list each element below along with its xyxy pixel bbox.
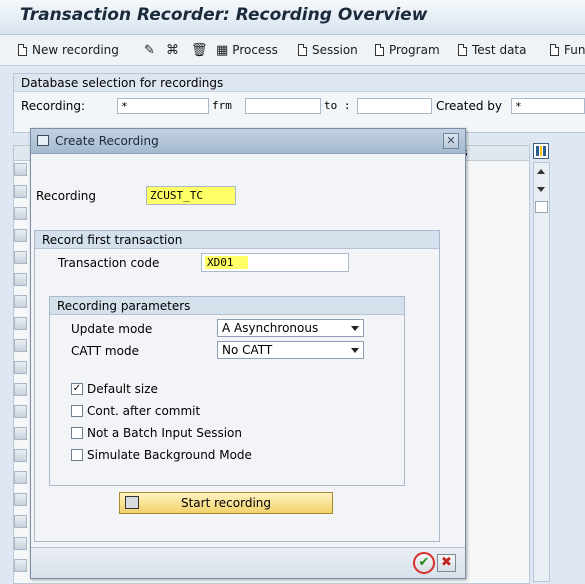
start-recording-button[interactable]: Start recording bbox=[119, 492, 333, 514]
checkbox-icon bbox=[71, 405, 83, 417]
create-recording-dialog: Create Recording ✕ Recording ZCUST_TC Re… bbox=[30, 128, 466, 579]
cancel-x-icon: ✖ bbox=[441, 555, 452, 570]
row-selector[interactable] bbox=[14, 427, 27, 440]
transaction-code-label: Transaction code bbox=[58, 256, 160, 270]
dialog-title: Create Recording bbox=[55, 134, 159, 148]
recording-filter-label: Recording: bbox=[21, 99, 86, 113]
close-icon[interactable]: ✕ bbox=[443, 133, 459, 149]
glasses-icon: ⌘ bbox=[166, 42, 179, 58]
row-selector[interactable] bbox=[14, 207, 27, 220]
dialog-title-bar: Create Recording ✕ bbox=[31, 129, 465, 154]
vertical-scrollbar[interactable] bbox=[533, 162, 550, 582]
process-button[interactable]: ▦ Process bbox=[216, 42, 278, 58]
row-selector[interactable] bbox=[14, 515, 27, 528]
delete-button[interactable]: 🗑 bbox=[191, 42, 212, 58]
update-mode-select[interactable]: A Asynchronous bbox=[217, 319, 364, 337]
database-selection-header: Database selection for recordings bbox=[14, 74, 585, 92]
test-data-button[interactable]: Test data bbox=[458, 42, 526, 58]
column-settings-icon[interactable] bbox=[533, 143, 549, 159]
program-document-icon bbox=[375, 44, 384, 56]
chevron-down-icon bbox=[351, 348, 359, 353]
title-bar: Transaction Recorder: Recording Overview bbox=[0, 0, 585, 35]
dialog-window-icon bbox=[37, 135, 49, 146]
recording-filter-input[interactable]: * bbox=[117, 98, 209, 114]
trash-icon: 🗑 bbox=[191, 42, 208, 58]
checkbox-icon bbox=[71, 427, 83, 439]
display-button[interactable]: ⌘ bbox=[166, 42, 183, 58]
test-data-document-icon bbox=[458, 44, 467, 56]
window-title: Transaction Recorder: Recording Overview bbox=[20, 5, 428, 25]
created-by-input[interactable]: * bbox=[511, 98, 585, 114]
session-document-icon bbox=[298, 44, 307, 56]
row-selector[interactable] bbox=[14, 361, 27, 374]
cont-after-commit-checkbox[interactable]: Cont. after commit bbox=[71, 403, 200, 419]
row-selector[interactable] bbox=[14, 273, 27, 286]
row-selector[interactable] bbox=[14, 559, 27, 572]
update-mode-label: Update mode bbox=[71, 322, 153, 336]
recording-parameters-header: Recording parameters bbox=[50, 297, 404, 315]
process-icon: ▦ bbox=[216, 42, 229, 58]
row-selector[interactable] bbox=[14, 251, 27, 264]
row-selector[interactable] bbox=[14, 185, 27, 198]
to-label: to : bbox=[324, 99, 351, 112]
change-button[interactable]: ✎ bbox=[144, 42, 159, 58]
scroll-down-icon[interactable] bbox=[537, 187, 545, 192]
row-selector[interactable] bbox=[14, 493, 27, 506]
from-label: frm bbox=[212, 99, 232, 112]
row-selector[interactable] bbox=[14, 229, 27, 242]
to-input[interactable] bbox=[357, 98, 432, 114]
database-selection-panel: Database selection for recordings Record… bbox=[13, 73, 585, 133]
from-input[interactable] bbox=[245, 98, 321, 114]
transaction-code-input[interactable]: XD01 bbox=[201, 253, 349, 272]
new-recording-button[interactable]: New recording bbox=[18, 42, 119, 58]
row-selector[interactable] bbox=[14, 383, 27, 396]
row-selector[interactable] bbox=[14, 317, 27, 330]
record-first-transaction-header: Record first transaction bbox=[35, 231, 439, 249]
recording-label: Recording bbox=[36, 189, 97, 203]
checkbox-icon bbox=[71, 449, 83, 461]
catt-mode-label: CATT mode bbox=[71, 344, 139, 358]
row-selector[interactable] bbox=[14, 471, 27, 484]
default-size-checkbox[interactable]: ✓ Default size bbox=[71, 381, 158, 397]
new-document-icon bbox=[18, 44, 27, 56]
row-selector[interactable] bbox=[14, 339, 27, 352]
recording-icon bbox=[125, 496, 139, 509]
program-button[interactable]: Program bbox=[375, 42, 440, 58]
row-selector[interactable] bbox=[14, 405, 27, 418]
created-by-label: Created by bbox=[436, 99, 503, 113]
accept-button[interactable]: ✔ bbox=[413, 552, 435, 574]
pencil-icon: ✎ bbox=[144, 42, 155, 58]
row-selector[interactable] bbox=[14, 449, 27, 462]
not-batch-input-checkbox[interactable]: Not a Batch Input Session bbox=[71, 425, 242, 441]
cancel-button[interactable]: ✖ bbox=[437, 554, 456, 572]
session-button[interactable]: Session bbox=[298, 42, 358, 58]
row-selector[interactable] bbox=[14, 163, 27, 176]
scroll-thumb[interactable] bbox=[535, 201, 548, 213]
row-selector[interactable] bbox=[14, 537, 27, 550]
recording-parameters-group: Recording parameters Update mode A Async… bbox=[49, 296, 405, 486]
checkmark-icon: ✔ bbox=[418, 555, 430, 570]
row-selector[interactable] bbox=[14, 295, 27, 308]
function-document-icon bbox=[550, 44, 559, 56]
function-button[interactable]: Fun bbox=[550, 42, 585, 58]
simulate-background-checkbox[interactable]: Simulate Background Mode bbox=[71, 447, 252, 463]
recording-name-input[interactable]: ZCUST_TC bbox=[146, 186, 236, 205]
checkbox-checked-icon: ✓ bbox=[71, 383, 83, 395]
chevron-down-icon bbox=[351, 326, 359, 331]
scroll-up-icon[interactable] bbox=[537, 169, 545, 174]
dialog-footer: ✔ ✖ bbox=[31, 547, 465, 578]
catt-mode-select[interactable]: No CATT bbox=[217, 341, 364, 359]
application-toolbar: New recording ✎ ⌘ 🗑 ▦ Process Session Pr… bbox=[0, 35, 585, 66]
